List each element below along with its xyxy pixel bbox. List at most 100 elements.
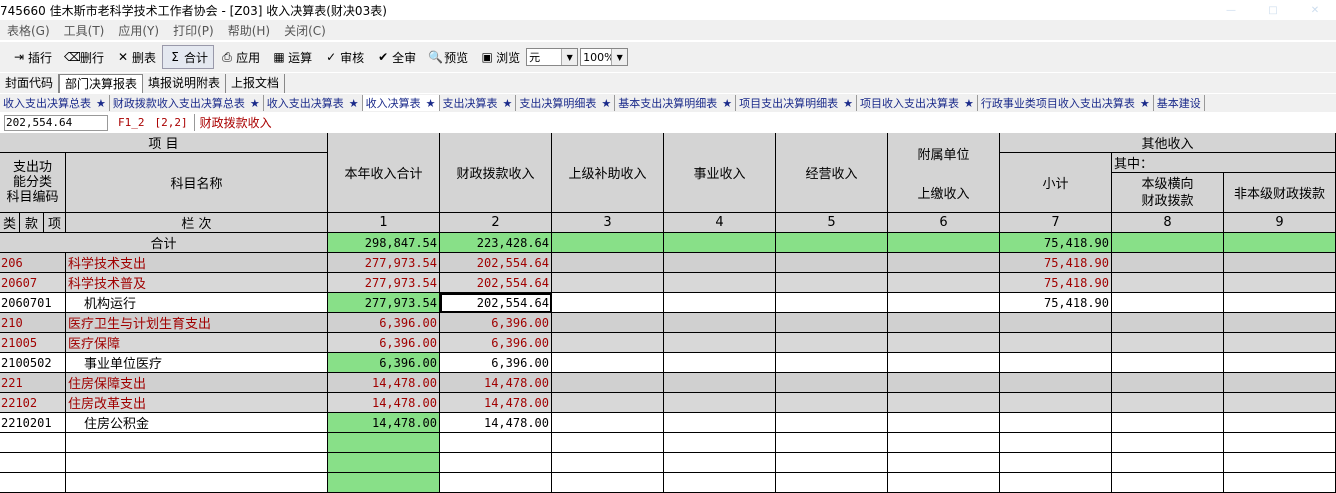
empty-cell[interactable] (552, 473, 664, 493)
row-cell-c3[interactable] (552, 313, 664, 333)
row-cell-c1[interactable]: 14,478.00 (328, 373, 440, 393)
row-cell-c6[interactable] (888, 373, 1000, 393)
toolbar-button-delete-row[interactable]: ⌫ 删行 (58, 45, 110, 69)
sheet-tab[interactable]: 项目收入支出决算表 ★ (857, 95, 978, 111)
menu-item[interactable]: 帮助(H) (221, 22, 277, 39)
cell-value-input[interactable]: 202,554.64 (4, 114, 108, 131)
report-tab[interactable]: 填报说明附表 (143, 74, 227, 93)
row-cell-c1[interactable]: 6,396.00 (328, 353, 440, 373)
row-cell-c2[interactable]: 6,396.00 (440, 313, 552, 333)
row-cell-c8[interactable] (1112, 373, 1224, 393)
sheet-tab[interactable]: 支出决算表 ★ (440, 95, 517, 111)
sheet-tab[interactable]: 基本建设 (1154, 95, 1205, 111)
toolbar-button-calculate[interactable]: ▦ 运算 (266, 45, 318, 69)
empty-cell[interactable] (552, 433, 664, 453)
sheet-tab[interactable]: 行政事业类项目收入支出决算表 ★ (978, 95, 1154, 111)
sheet-tab[interactable]: 财政拨款收入支出决算总表 ★ (110, 95, 264, 111)
empty-cell[interactable] (552, 453, 664, 473)
toolbar-button-audit[interactable]: ✓ 审核 (318, 45, 370, 69)
row-cell-c3[interactable] (552, 393, 664, 413)
row-cell-c5[interactable] (776, 313, 888, 333)
total-cell-c4[interactable] (664, 233, 776, 253)
row-cell-c7[interactable]: 75,418.90 (1000, 253, 1112, 273)
row-cell-c2[interactable]: 202,554.64 (440, 273, 552, 293)
row-cell-c7[interactable] (1000, 353, 1112, 373)
empty-cell[interactable] (440, 453, 552, 473)
row-cell-c4[interactable] (664, 313, 776, 333)
total-cell-c1[interactable]: 298,847.54 (328, 233, 440, 253)
row-cell-c4[interactable] (664, 393, 776, 413)
row-cell-c2[interactable]: 6,396.00 (440, 333, 552, 353)
row-cell-c5[interactable] (776, 273, 888, 293)
row-cell-c3[interactable] (552, 373, 664, 393)
sheet-tab[interactable]: 项目支出决算明细表 ★ (736, 95, 857, 111)
row-cell-c3[interactable] (552, 333, 664, 353)
row-cell-c9[interactable] (1224, 353, 1336, 373)
row-cell-c9[interactable] (1224, 253, 1336, 273)
row-cell-c6[interactable] (888, 313, 1000, 333)
row-cell-c9[interactable] (1224, 393, 1336, 413)
row-cell-c4[interactable] (664, 273, 776, 293)
row-cell-c9[interactable] (1224, 333, 1336, 353)
row-cell-c6[interactable] (888, 393, 1000, 413)
row-cell-c8[interactable] (1112, 393, 1224, 413)
row-cell-c8[interactable] (1112, 413, 1224, 433)
row-cell-c7[interactable] (1000, 393, 1112, 413)
empty-cell[interactable] (888, 433, 1000, 453)
row-cell-c4[interactable] (664, 253, 776, 273)
sheet-tab[interactable]: 收入支出决算总表 ★ (0, 95, 110, 111)
empty-cell[interactable] (1000, 453, 1112, 473)
row-cell-c1[interactable]: 14,478.00 (328, 413, 440, 433)
row-cell-c7[interactable]: 75,418.90 (1000, 293, 1112, 313)
empty-cell[interactable] (888, 473, 1000, 493)
row-cell-c5[interactable] (776, 293, 888, 313)
row-cell-c8[interactable] (1112, 273, 1224, 293)
row-cell-c3[interactable] (552, 353, 664, 373)
total-cell-c7[interactable]: 75,418.90 (1000, 233, 1112, 253)
row-cell-c6[interactable] (888, 353, 1000, 373)
row-cell-c9[interactable] (1224, 373, 1336, 393)
row-cell-c5[interactable] (776, 393, 888, 413)
row-cell-c9[interactable] (1224, 293, 1336, 313)
empty-cell[interactable] (1000, 433, 1112, 453)
row-cell-c3[interactable] (552, 413, 664, 433)
empty-cell[interactable] (1224, 473, 1336, 493)
row-cell-c7[interactable]: 75,418.90 (1000, 273, 1112, 293)
empty-cell[interactable] (1224, 453, 1336, 473)
row-cell-c2[interactable]: 14,478.00 (440, 373, 552, 393)
row-cell-c2[interactable]: 14,478.00 (440, 413, 552, 433)
row-cell-c1[interactable]: 277,973.54 (328, 273, 440, 293)
empty-cell[interactable] (664, 453, 776, 473)
empty-cell[interactable] (776, 453, 888, 473)
row-cell-c9[interactable] (1224, 313, 1336, 333)
row-cell-c1[interactable]: 6,396.00 (328, 313, 440, 333)
empty-cell[interactable] (1000, 473, 1112, 493)
total-cell-c3[interactable] (552, 233, 664, 253)
empty-cell[interactable] (328, 433, 440, 453)
menu-item[interactable]: 工具(T) (57, 22, 112, 39)
total-cell-c8[interactable] (1112, 233, 1224, 253)
row-cell-c1[interactable]: 6,396.00 (328, 333, 440, 353)
row-cell-c6[interactable] (888, 413, 1000, 433)
empty-cell[interactable] (328, 473, 440, 493)
row-cell-c9[interactable] (1224, 413, 1336, 433)
sheet-tab[interactable]: 收入支出决算表 ★ (264, 95, 363, 111)
row-cell-c2[interactable]: 202,554.64 (440, 253, 552, 273)
empty-cell[interactable] (888, 453, 1000, 473)
row-cell-c3[interactable] (552, 253, 664, 273)
row-cell-c4[interactable] (664, 373, 776, 393)
toolbar-button-insert-row[interactable]: ⇥ 插行 (6, 45, 58, 69)
toolbar-button-preview[interactable]: 🔍 预览 (422, 45, 474, 69)
sheet-tab[interactable]: 基本支出决算明细表 ★ (615, 95, 737, 111)
row-cell-c4[interactable] (664, 353, 776, 373)
row-cell-c4[interactable] (664, 333, 776, 353)
empty-cell[interactable] (440, 433, 552, 453)
empty-cell[interactable] (1224, 433, 1336, 453)
row-cell-c6[interactable] (888, 253, 1000, 273)
toolbar-button-full-audit[interactable]: ✔ 全审 (370, 45, 422, 69)
row-cell-c2[interactable]: 6,396.00 (440, 353, 552, 373)
total-cell-c5[interactable] (776, 233, 888, 253)
row-cell-c8[interactable] (1112, 313, 1224, 333)
row-cell-c7[interactable] (1000, 333, 1112, 353)
empty-cell[interactable] (776, 473, 888, 493)
